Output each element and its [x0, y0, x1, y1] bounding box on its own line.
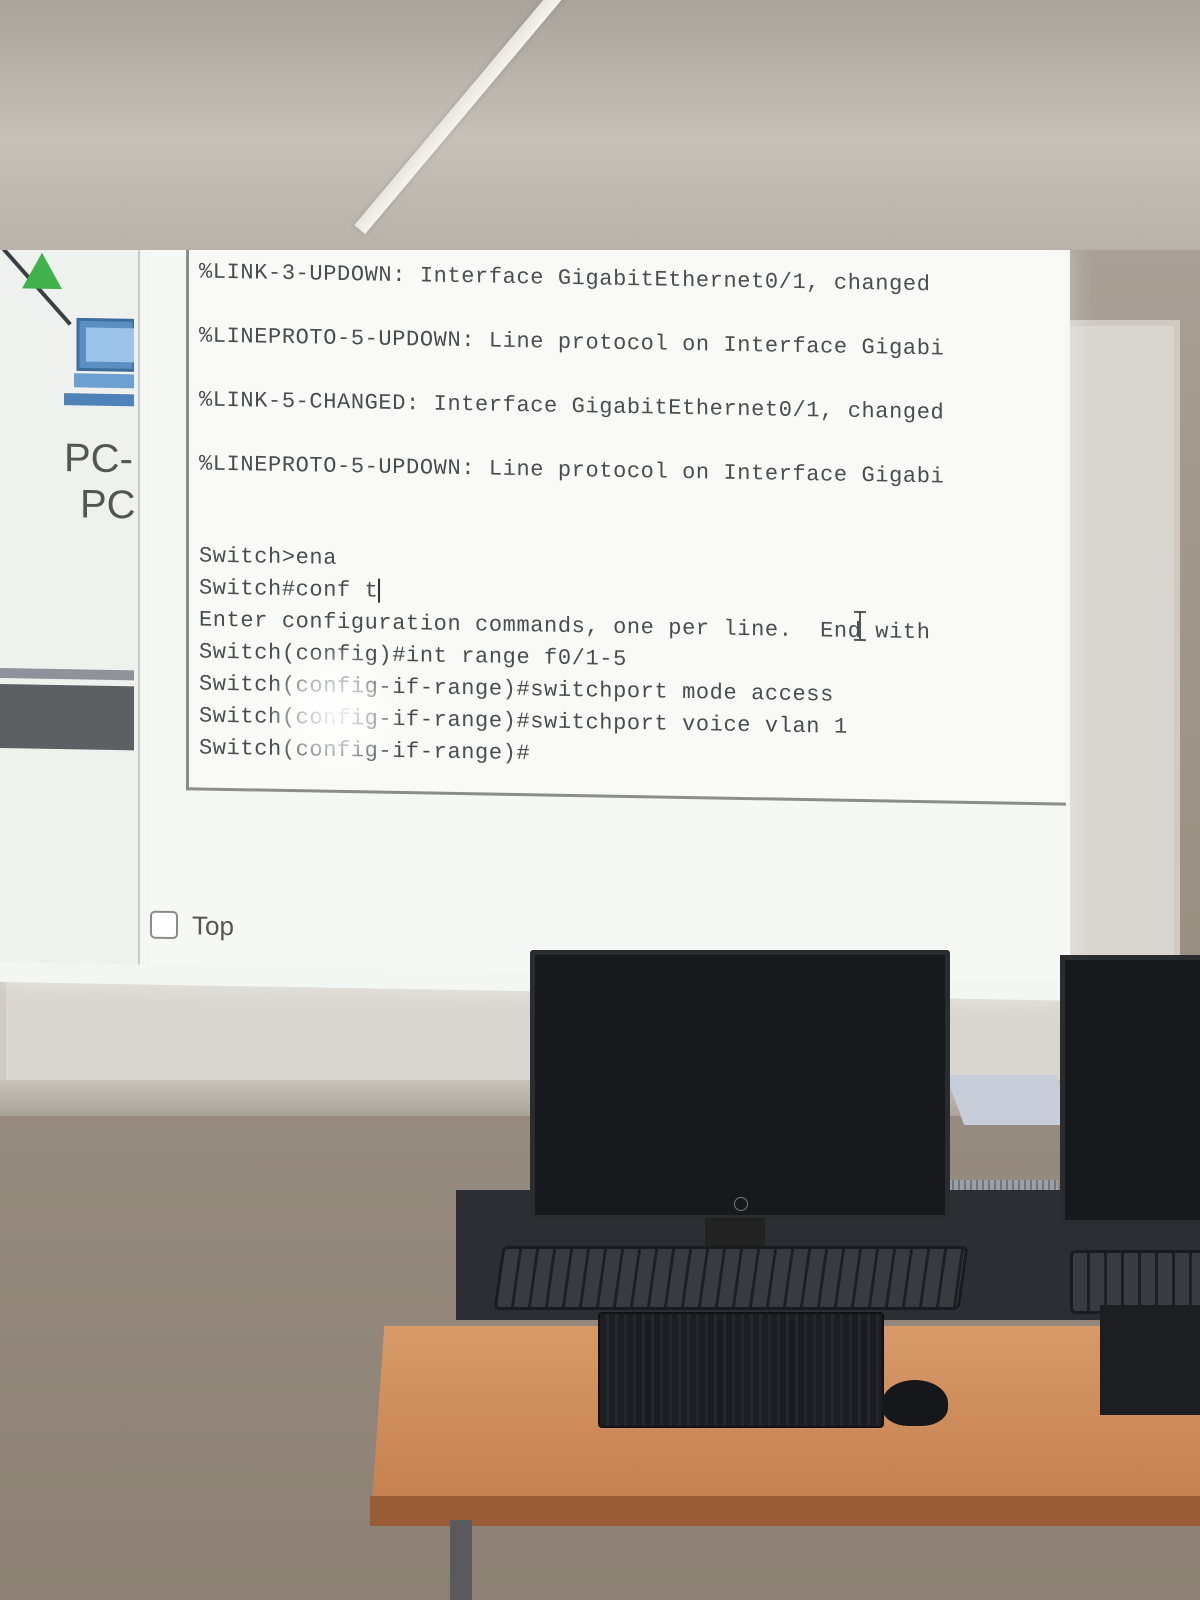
top-checkbox-label: Top [192, 909, 234, 941]
hp-logo-icon [734, 1197, 748, 1211]
command-line-active: Switch#conf t [199, 575, 381, 604]
desk-edge [370, 1496, 1200, 1526]
link-triangle-icon [22, 252, 62, 290]
log-line: %LINK-3-UPDOWN: Interface GigabitEtherne… [199, 259, 931, 298]
pane-divider [0, 668, 134, 681]
pc-label-line2: PC [80, 482, 136, 528]
pc-label: PC- PC [64, 435, 136, 528]
keyboard [493, 1246, 969, 1310]
pc-label-line1: PC- [64, 436, 133, 482]
projected-screen: PC- PC %LINK-3-UPDOWN: Interface Gigabit… [0, 222, 1070, 1001]
second-monitor [1060, 955, 1200, 1225]
pc-tower [598, 1312, 884, 1428]
log-line: %LINEPROTO-5-UPDOWN: Line protocol on In… [199, 451, 945, 490]
top-checkbox-row[interactable]: Top [150, 905, 234, 946]
checkbox-icon[interactable] [150, 910, 178, 940]
command-line: Switch>ena [199, 543, 338, 571]
command-text: Switch#conf t [199, 575, 379, 604]
desk-leg [450, 1520, 472, 1600]
log-line: %LINK-5-CHANGED: Interface GigabitEthern… [199, 387, 945, 426]
log-line: %LINEPROTO-5-UPDOWN: Line protocol on In… [199, 323, 945, 362]
projector-glare [270, 646, 400, 779]
pc-icon[interactable] [64, 315, 136, 426]
command-line: Switch(config)#int range f0/1-5 [199, 639, 627, 672]
output-line: Enter configuration commands, one per li… [199, 607, 931, 646]
text-cursor-icon [378, 578, 381, 603]
mouse [882, 1380, 948, 1426]
classroom-scene: PC- PC %LINK-3-UPDOWN: Interface Gigabit… [0, 0, 1200, 1600]
ceiling [0, 0, 1200, 250]
ibeam-cursor-icon [859, 610, 861, 642]
pane-band [0, 684, 134, 751]
topology-pane: PC- PC [0, 222, 140, 965]
papers [945, 1075, 1075, 1125]
cli-pane: %LINK-3-UPDOWN: Interface GigabitEtherne… [150, 224, 1070, 981]
second-pc-tower [1100, 1305, 1200, 1415]
monitor [530, 950, 950, 1220]
